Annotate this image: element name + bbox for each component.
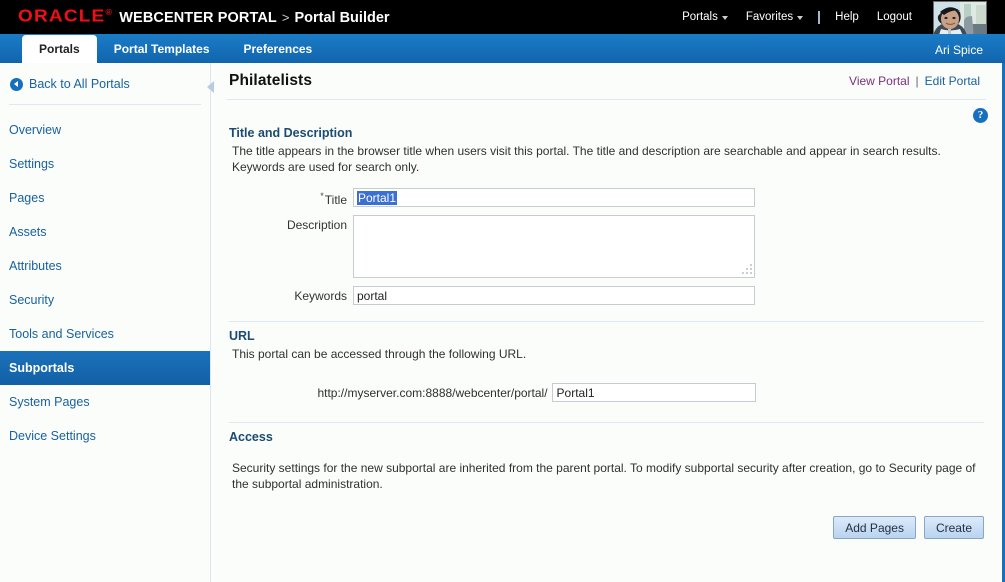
chevron-left-icon [206,81,214,93]
sub-product-name: Portal Builder [294,10,390,26]
edit-portal-link[interactable]: Edit Portal [919,74,986,88]
circle-back-arrow-icon [10,77,23,91]
global-link-logout[interactable]: Logout [868,11,921,23]
global-link-portals-label: Portals [682,11,718,23]
section-access: Access Security settings for the new sub… [229,422,984,539]
brand-separator: > [281,10,290,25]
description-textarea[interactable] [353,215,755,278]
avatar[interactable] [933,1,987,37]
url-prefix: http://myserver.com:8888/webcenter/porta… [317,385,548,400]
section-title-and-description-text: The title appears in the browser title w… [232,144,941,174]
keywords-input[interactable] [353,286,755,305]
branding-bar: ORACLE® WEBCENTER PORTAL > Portal Builde… [0,0,1005,37]
sidebar-item-pages[interactable]: Pages [0,181,210,215]
required-marker: * [320,191,324,201]
url-row: http://myserver.com:8888/webcenter/porta… [229,383,984,402]
tab-portal-templates[interactable]: Portal Templates [97,36,227,63]
global-link-favorites[interactable]: Favorites [737,11,812,23]
global-link-favorites-label: Favorites [745,11,794,23]
registered-mark: ® [105,7,114,17]
sidebar-item-system-pages[interactable]: System Pages [0,385,210,419]
title-input[interactable] [353,188,755,207]
sidebar-divider [9,104,201,105]
oracle-wordmark: ORACLE [18,6,106,27]
sidebar: Back to All Portals Overview Settings Pa… [0,63,214,582]
main-content: Philatelists View Portal | Edit Portal ?… [211,63,1005,582]
title-description-form: *Title Portal1 Description Keywords port… [229,188,984,305]
primary-tab-bar: Portals Portal Templates Preferences Ari… [0,34,1005,63]
title-label: *Title [237,188,347,215]
view-portal-link[interactable]: View Portal [843,74,915,88]
section-url-text: This portal can be accessed through the … [232,347,527,361]
sidebar-item-tools-and-services[interactable]: Tools and Services [0,317,210,351]
chevron-down-icon [721,16,728,20]
section-access-rule [229,422,984,423]
section-url-heading: URL [229,329,255,343]
oracle-logo: ORACLE® [18,7,113,27]
action-button-row: Add Pages Create [229,516,984,539]
keywords-label: Keywords [294,289,347,303]
product-name: WEBCENTER PORTAL [119,10,277,26]
title-label-text: Title [324,193,347,207]
add-pages-button[interactable]: Add Pages [833,516,916,539]
back-to-all-portals-link[interactable]: Back to All Portals [0,74,210,94]
page-title: Philatelists [229,72,313,89]
title-field-wrap: Portal1 [353,188,755,207]
keywords-field-wrap [353,286,755,305]
description-label: Description [286,218,347,232]
section-access-text: Security settings for the new subportal … [232,461,976,491]
url-suffix-input[interactable] [551,383,756,402]
description-field-wrap [353,215,755,278]
sidebar-item-assets[interactable]: Assets [0,215,210,249]
tab-portals[interactable]: Portals [22,35,97,63]
sidebar-item-device-settings[interactable]: Device Settings [0,419,210,453]
global-links: Portals Favorites Help Logout [673,0,921,34]
sidebar-item-subportals[interactable]: Subportals [0,351,210,385]
global-links-divider [818,10,821,24]
section-title-and-description-heading: Title and Description [229,126,353,140]
section-url-rule [229,321,984,322]
sidebar-item-attributes[interactable]: Attributes [0,249,210,283]
sidebar-item-overview[interactable]: Overview [0,113,210,147]
global-link-help[interactable]: Help [826,11,868,23]
chevron-down-icon [797,16,804,20]
page-actions: View Portal | Edit Portal [843,74,986,88]
back-to-all-portals-label: Back to All Portals [29,77,130,91]
sidebar-nav-list: Overview Settings Pages Assets Attribute… [0,113,210,453]
section-url: URL This portal can be accessed through … [229,321,984,402]
sidebar-item-settings[interactable]: Settings [0,147,210,181]
section-access-heading: Access [229,430,273,444]
section-title-and-description: Title and Description The title appears … [229,126,984,305]
sidebar-collapse-handle[interactable] [204,77,216,97]
brand-lockup: ORACLE® WEBCENTER PORTAL > Portal Builde… [0,6,390,28]
avatar-photo [934,2,986,36]
current-user-name: Ari Spice [934,43,983,57]
content-scroll-area: Title and Description The title appears … [211,100,1002,539]
sidebar-item-security[interactable]: Security [0,283,210,317]
body-split: Back to All Portals Overview Settings Pa… [0,63,1005,582]
help-icon[interactable]: ? [973,108,988,123]
page-header: Philatelists View Portal | Edit Portal [211,63,1002,99]
tab-preferences[interactable]: Preferences [227,36,330,63]
global-link-portals[interactable]: Portals [673,11,737,23]
create-button[interactable]: Create [923,516,984,539]
